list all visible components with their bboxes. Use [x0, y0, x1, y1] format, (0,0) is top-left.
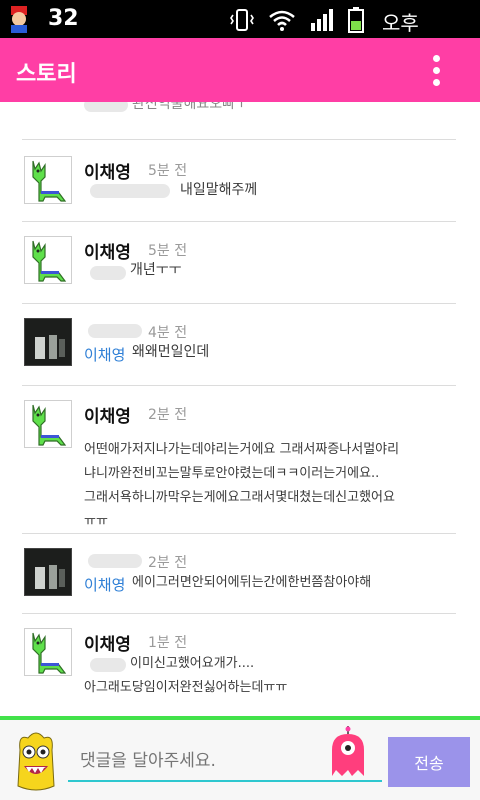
status-icons — [230, 7, 364, 33]
comment-author[interactable]: 이채영 — [84, 402, 131, 427]
battery-icon — [348, 7, 364, 33]
photo-avatar[interactable] — [24, 318, 72, 366]
app-bar: 스토리 — [0, 38, 480, 102]
comment-text: 에이그러면안되어에뒤는간에한번쯤참아야해 — [132, 575, 372, 590]
comment-text: 어떤애가저지나가는데야리는거에요 그래서짜증나서멀야리 냐니까완전비꼬는말투로안… — [84, 442, 400, 529]
mention-link[interactable]: 이채영 — [84, 574, 125, 595]
page-title: 스토리 — [16, 62, 77, 87]
overflow-menu-icon[interactable] — [426, 52, 446, 90]
comment-text: 내일말해주께 — [180, 182, 258, 198]
divider — [22, 385, 456, 386]
wifi-icon — [269, 10, 295, 31]
comment-author[interactable]: 이채영 — [84, 158, 131, 183]
status-bar: 32 오후 11:09 — [0, 0, 480, 60]
signal-icon — [311, 9, 333, 31]
green-dino-avatar[interactable] — [24, 156, 72, 204]
photo-avatar[interactable] — [24, 548, 72, 596]
vibrate-icon — [230, 9, 254, 31]
yellow-monster-avatar[interactable] — [14, 728, 58, 792]
mention-link[interactable]: 이채영 — [84, 344, 125, 365]
comment-list[interactable]: 완전억울해요오빠ㅜ 이채영 5분 전 내일말해주께 이채영 5분 전 개년ㅜㅜ … — [0, 102, 480, 716]
green-dino-avatar[interactable] — [24, 400, 72, 448]
divider — [22, 533, 456, 534]
comment-time: 2분 전 — [148, 555, 188, 571]
comment-author[interactable]: 이채영 — [84, 238, 131, 263]
send-button[interactable]: 전송 — [388, 737, 470, 787]
comment-time: 5분 전 — [148, 243, 188, 259]
divider — [22, 303, 456, 304]
comment-time: 1분 전 — [148, 635, 188, 651]
comment-time: 4분 전 — [148, 325, 188, 341]
comment-text: 왜왜먼일인데 — [132, 344, 210, 360]
comment-time: 5분 전 — [148, 163, 188, 179]
comment-text-field[interactable] — [68, 744, 328, 778]
pink-monster-icon[interactable] — [328, 726, 368, 780]
comment-text: 이미신고했어요개가.... 아그래도당임이저완전싫어하는데ㅠㅠ — [84, 656, 288, 695]
comment-text: 개년ㅜㅜ — [130, 262, 182, 278]
notification-count: 32 — [48, 6, 79, 31]
profile-avatar-icon — [11, 6, 27, 33]
green-dino-avatar[interactable] — [24, 628, 72, 676]
comment-text: 완전억울해요오빠ㅜ — [132, 102, 248, 112]
comment-time: 2분 전 — [148, 407, 188, 423]
divider — [22, 139, 456, 140]
divider — [22, 221, 456, 222]
divider — [22, 613, 456, 614]
green-dino-avatar[interactable] — [24, 236, 72, 284]
